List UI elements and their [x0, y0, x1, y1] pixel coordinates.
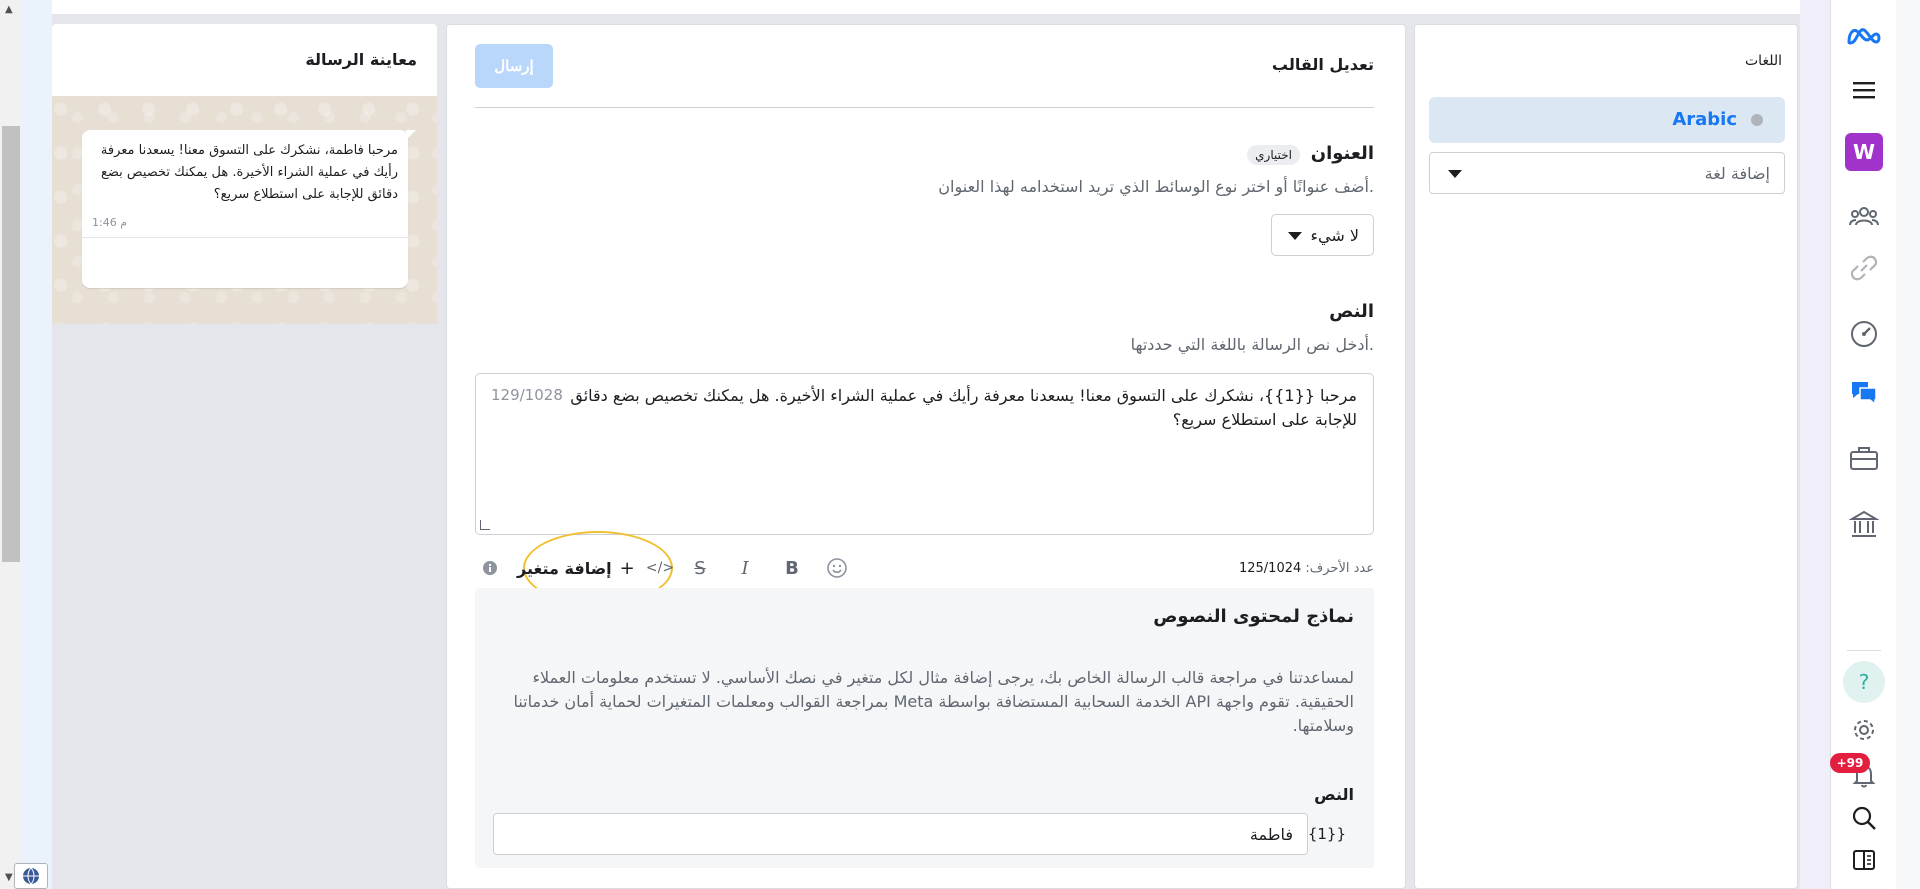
bubble-tail	[406, 130, 416, 140]
globe-icon[interactable]	[14, 863, 48, 889]
header-title: العنوان	[1310, 143, 1374, 164]
messages-icon[interactable]	[1831, 370, 1897, 414]
char-count-label: عدد الأحرف:	[1305, 561, 1374, 576]
add-language-select[interactable]: إضافة لغة	[1429, 152, 1785, 194]
help-icon[interactable]: ?	[1831, 660, 1897, 704]
notifications-badge: +99	[1830, 753, 1870, 773]
header-description: أضف عنوانًا أو اختر نوع الوسائط الذي تري…	[938, 177, 1374, 196]
body-text: مرحبا {{1}}، نشكرك على التسوق معنا! يسعد…	[570, 386, 1357, 429]
body-count: 129/1028	[491, 386, 563, 404]
status-dot-icon	[1751, 114, 1763, 126]
samples-title: نماذج لمحتوى النصوص	[1153, 606, 1354, 627]
briefcase-icon[interactable]	[1831, 436, 1897, 480]
samples-body-label: النص	[1314, 785, 1354, 804]
strikethrough-icon[interactable]: S	[685, 553, 715, 583]
sample-content-section: نماذج لمحتوى النصوص لمساعدتنا في مراجعة …	[475, 588, 1374, 868]
info-icon[interactable]	[475, 553, 505, 583]
left-strip	[22, 0, 52, 889]
italic-icon[interactable]: I	[730, 553, 760, 583]
languages-title: اللغات	[1745, 53, 1782, 69]
code-icon[interactable]: </>	[645, 553, 675, 583]
menu-icon[interactable]	[1831, 68, 1897, 112]
send-button[interactable]: إرسال	[475, 44, 553, 88]
language-label: Arabic	[1672, 109, 1737, 130]
bubble-divider	[82, 237, 408, 238]
add-variable-label: إضافة متغير	[517, 558, 612, 578]
workspace-avatar[interactable]: W	[1831, 130, 1897, 174]
variable-sample-value: فاطمة	[1249, 825, 1293, 844]
meta-logo-icon[interactable]	[1831, 14, 1897, 58]
message-preview-panel: معاينة الرسالة مرحبا فاطمة، نشكرك على ال…	[52, 24, 437, 324]
divider	[475, 107, 1374, 108]
link-icon[interactable]	[1831, 246, 1897, 290]
settings-icon[interactable]	[1831, 708, 1897, 752]
window-edge	[1896, 0, 1920, 889]
message-bubble: مرحبا فاطمة، نشكرك على التسوق معنا! يسعد…	[82, 130, 416, 288]
languages-panel: اللغات Arabic إضافة لغة	[1414, 24, 1798, 889]
char-count-value: 125/1024	[1238, 561, 1302, 576]
preview-title: معاينة الرسالة	[305, 50, 417, 69]
editor-title: تعديل القالب	[1271, 55, 1374, 74]
samples-description: لمساعدتنا في مراجعة قالب الرسالة الخاص ب…	[513, 668, 1354, 735]
optional-badge: اختياري	[1247, 145, 1300, 165]
search-icon[interactable]	[1831, 796, 1897, 840]
char-count: عدد الأحرف: 125/1024	[1239, 561, 1374, 576]
bank-icon[interactable]	[1831, 502, 1897, 546]
add-language-placeholder: إضافة لغة	[1704, 164, 1770, 183]
emoji-icon[interactable]	[822, 553, 852, 583]
scroll-down-arrow-icon[interactable]: ▼	[5, 872, 13, 883]
template-editor: إرسال تعديل القالب العنوان اختياري أضف ع…	[446, 24, 1406, 889]
sidebar-toggle-icon[interactable]	[1831, 838, 1897, 882]
caret-down-icon	[1448, 170, 1462, 178]
scrollbar-thumb[interactable]	[2, 126, 20, 562]
plus-icon: +	[619, 557, 635, 579]
header-type-select[interactable]: لا شيء	[1271, 214, 1374, 256]
variable-sample-input[interactable]: فاطمة	[493, 813, 1308, 855]
caret-down-icon	[1288, 232, 1302, 240]
message-time: 1:46 م	[92, 216, 128, 229]
body-description: أدخل نص الرسالة باللغة التي حددتها.	[1130, 335, 1374, 354]
right-strip	[1800, 0, 1830, 889]
rail-divider	[1847, 650, 1881, 651]
top-band	[52, 0, 1800, 24]
scroll-up-arrow-icon[interactable]: ▲	[5, 4, 13, 15]
preview-message: مرحبا فاطمة، نشكرك على التسوق معنا! يسعد…	[100, 143, 398, 202]
header-type-value: لا شيء	[1310, 226, 1359, 245]
language-item-arabic[interactable]: Arabic	[1429, 97, 1785, 143]
page-scrollbar[interactable]: ▲ ▼	[0, 0, 22, 889]
contacts-icon[interactable]	[1831, 194, 1897, 238]
chat-background: مرحبا فاطمة، نشكرك على التسوق معنا! يسعد…	[52, 96, 437, 324]
body-textarea[interactable]: مرحبا {{1}}، نشكرك على التسوق معنا! يسعد…	[475, 373, 1374, 535]
formatting-toolbar: إضافة متغير + </> S I B عدد الأحرف: 125/…	[475, 531, 1374, 605]
bold-icon[interactable]: B	[777, 553, 807, 583]
dashboard-icon[interactable]	[1831, 312, 1897, 356]
resize-handle[interactable]	[480, 520, 490, 530]
add-variable-button[interactable]: إضافة متغير +	[517, 553, 635, 583]
body-title: النص	[1329, 301, 1374, 322]
